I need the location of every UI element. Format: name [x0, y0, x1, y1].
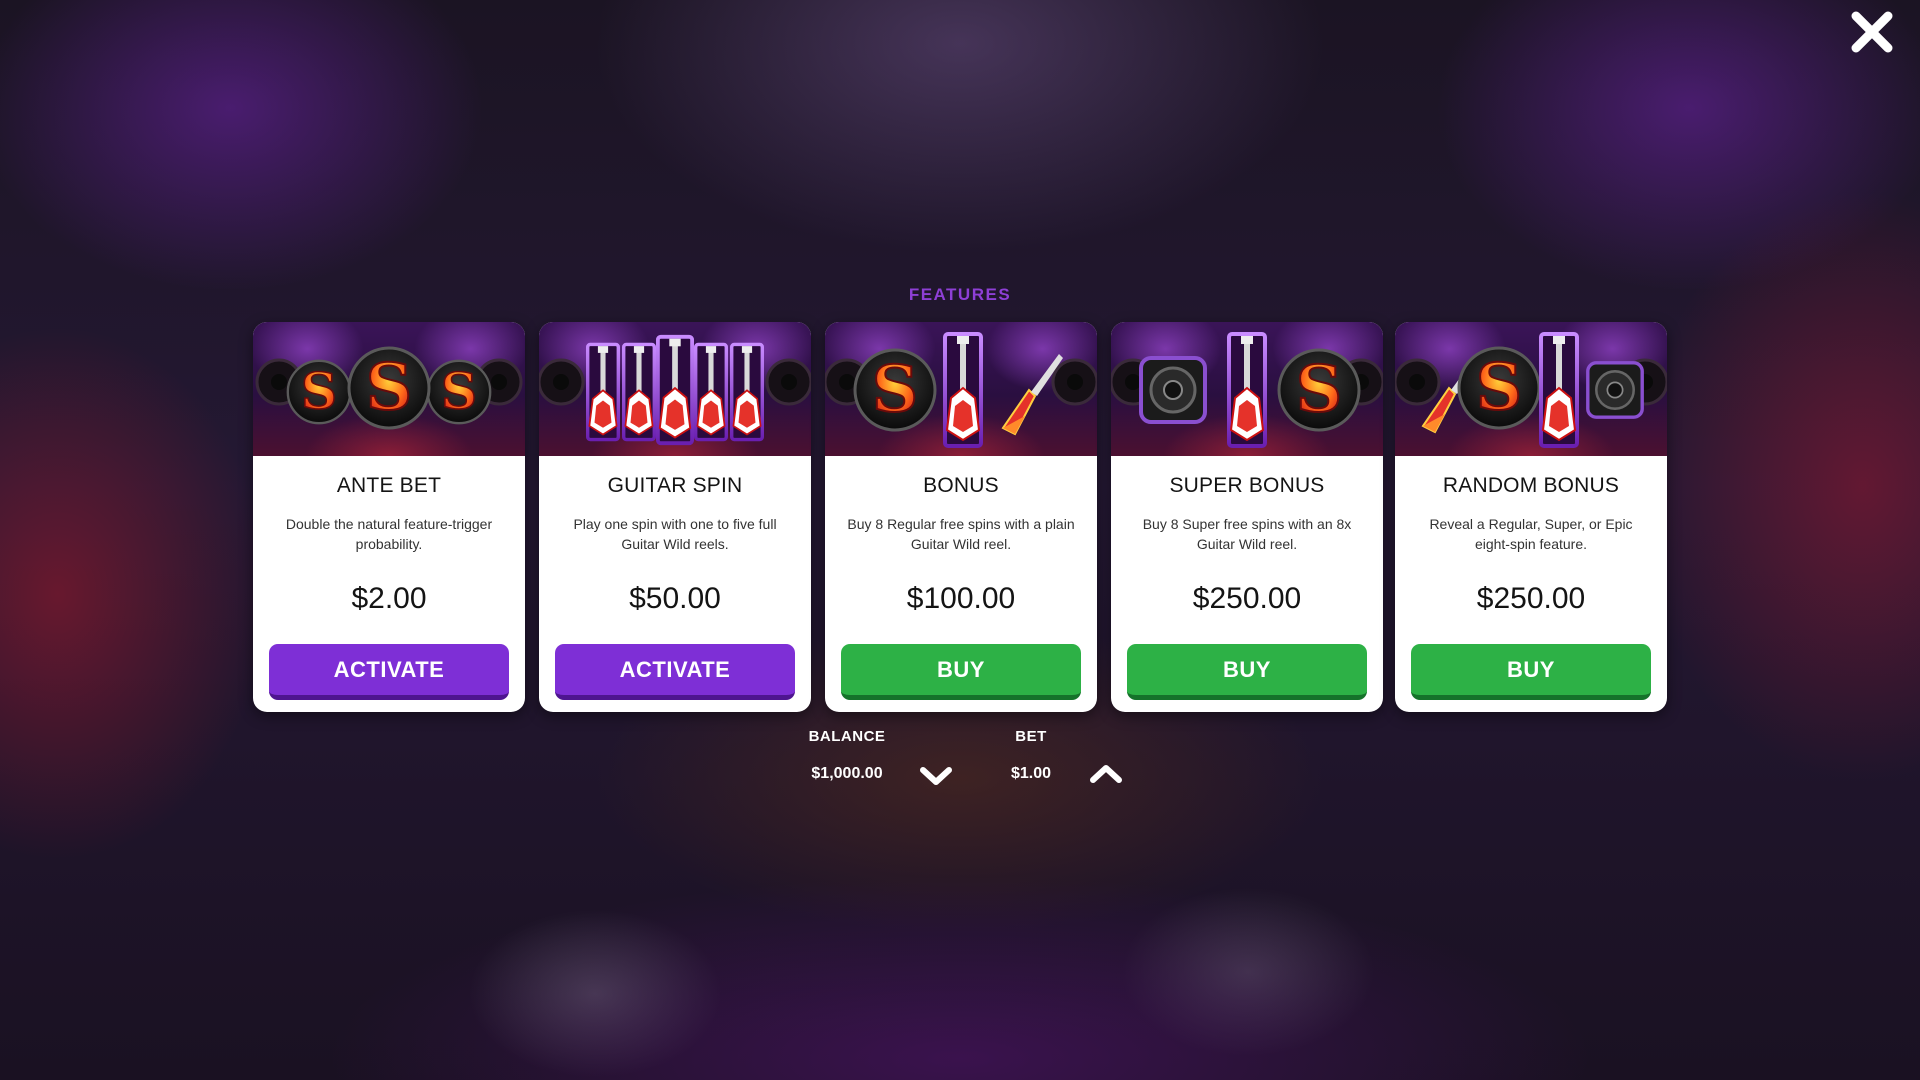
bonus-artwork	[825, 322, 1097, 456]
guitar-spin-artwork	[539, 322, 811, 456]
bet-label: BET	[1015, 728, 1047, 745]
card-description: Buy 8 Super free spins with an 8x Guitar…	[1142, 516, 1352, 552]
random-bonus-artwork	[1395, 322, 1667, 456]
feature-cards: ANTE BET Double the natural feature-trig…	[253, 322, 1667, 712]
chevron-up-icon	[1090, 765, 1122, 783]
buy-button[interactable]: BUY	[841, 644, 1081, 700]
card-title: ANTE BET	[336, 474, 442, 497]
card-price: $250.00	[1476, 582, 1586, 615]
activate-button[interactable]: ACTIVATE	[555, 644, 795, 700]
chevron-down-icon	[920, 767, 952, 785]
card-title: SUPER BONUS	[1169, 474, 1325, 497]
card-random-bonus: RANDOM BONUS Reveal a Regular, Super, or…	[1395, 322, 1667, 712]
super-bonus-artwork	[1111, 322, 1383, 456]
features-title: FEATURES	[908, 285, 1012, 304]
close-icon	[1851, 11, 1893, 53]
balance-label: BALANCE	[808, 728, 886, 745]
card-description: Play one spin with one to five full Guit…	[573, 516, 777, 552]
card-title: RANDOM BONUS	[1442, 474, 1620, 497]
ante-bet-artwork	[253, 322, 525, 456]
card-price: $2.00	[351, 582, 427, 615]
card-description: Double the natural feature-trigger proba…	[285, 516, 493, 552]
card-guitar-spin: GUITAR SPIN Play one spin with one to fi…	[539, 322, 811, 712]
card-price: $100.00	[906, 582, 1016, 615]
balance-value: $1,000.00	[811, 765, 883, 782]
card-title: BONUS	[923, 474, 999, 497]
card-price: $50.00	[629, 582, 721, 615]
close-button[interactable]	[1850, 10, 1894, 54]
card-bonus: BONUS Buy 8 Regular free spins with a pl…	[825, 322, 1097, 712]
balance-bet-bar: BALANCE $1,000.00 BET $1.00	[760, 725, 1160, 795]
bet-increase-button[interactable]	[1088, 761, 1124, 787]
bet-value: $1.00	[1010, 765, 1052, 782]
card-price: $250.00	[1192, 582, 1302, 615]
card-super-bonus: SUPER BONUS Buy 8 Super free spins with …	[1111, 322, 1383, 712]
buy-button[interactable]: BUY	[1411, 644, 1651, 700]
card-ante-bet: ANTE BET Double the natural feature-trig…	[253, 322, 525, 712]
activate-button[interactable]: ACTIVATE	[269, 644, 509, 700]
card-title: GUITAR SPIN	[607, 474, 743, 497]
bet-decrease-button[interactable]	[918, 763, 954, 789]
buy-button[interactable]: BUY	[1127, 644, 1367, 700]
card-description: Reveal a Regular, Super, or Epic eight-s…	[1429, 516, 1633, 552]
card-description: Buy 8 Regular free spins with a plain Gu…	[847, 516, 1075, 552]
